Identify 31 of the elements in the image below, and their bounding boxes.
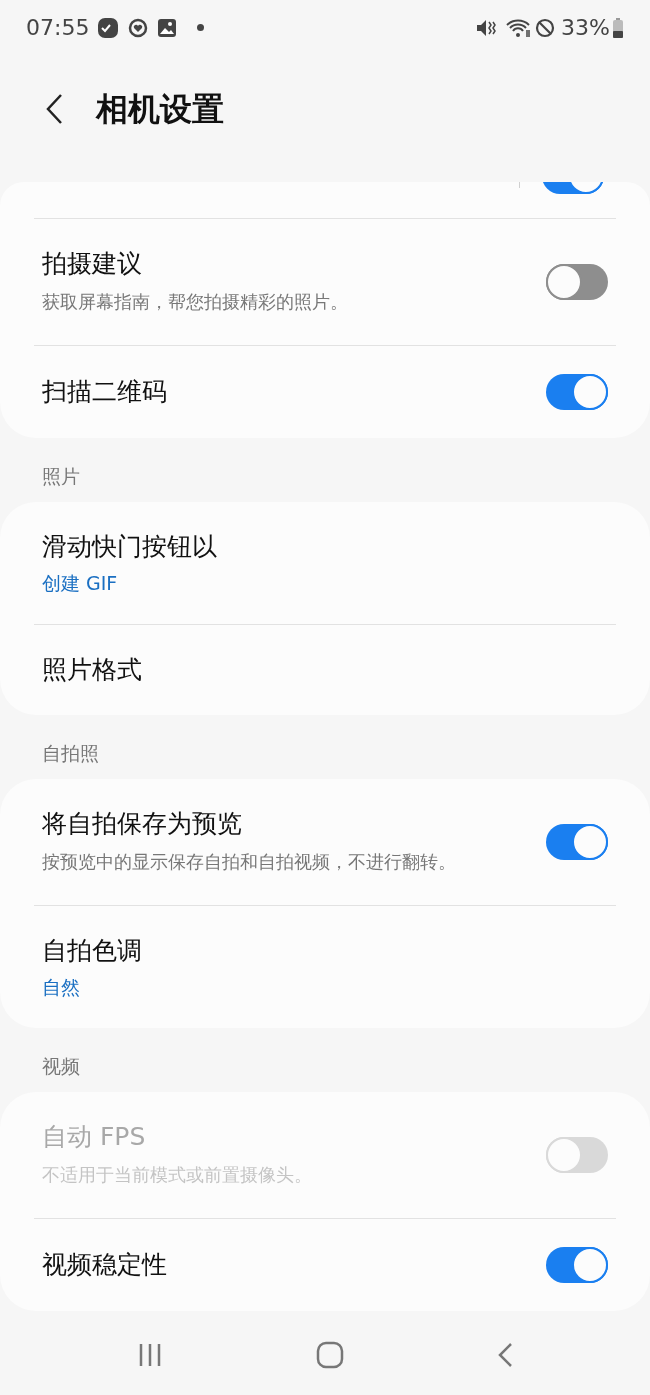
setting-value: 创建 GIF: [42, 571, 119, 596]
setting-title: 自拍色调: [42, 935, 143, 967]
back-nav-icon[interactable]: [497, 1342, 514, 1368]
setting-description: 获取屏幕指南，帮您拍摄精彩的照片。: [42, 290, 349, 314]
toggle-switch[interactable]: [546, 264, 608, 300]
section-header: 自拍照: [42, 740, 99, 766]
setting-title: 将自拍保存为预览: [42, 808, 243, 840]
battery-percentage: 33%: [561, 14, 610, 42]
toggle-switch[interactable]: [546, 824, 608, 860]
blocked-icon: [535, 17, 556, 38]
back-chevron-icon: [45, 92, 63, 125]
image-icon: [157, 17, 178, 38]
heart-ring-icon: [127, 16, 150, 39]
battery-icon: [612, 16, 624, 39]
setting-description: 不适用于当前模式或前置摄像头。: [42, 1163, 313, 1187]
toggle-switch[interactable]: [546, 1247, 608, 1283]
setting-title: 自动 FPS: [42, 1121, 147, 1153]
status-time: 07:55: [26, 14, 90, 42]
page-title: 相机设置: [96, 88, 224, 130]
checklist-icon: [97, 16, 120, 39]
section-header: 视频: [42, 1053, 80, 1079]
setting-title: 滑动快门按钮以: [42, 531, 218, 563]
setting-title: 扫描二维码: [42, 376, 168, 408]
setting-title: 照片格式: [42, 654, 143, 686]
toggle-switch[interactable]: [546, 374, 608, 410]
setting-title: 视频稳定性: [42, 1249, 168, 1281]
setting-title: 拍摄建议: [42, 248, 143, 280]
section-header: 照片: [42, 463, 80, 489]
setting-value: 自然: [42, 975, 81, 1000]
home-icon[interactable]: [316, 1341, 344, 1369]
setting-description: 按预览中的显示保存自拍和自拍视频，不进行翻转。: [42, 850, 457, 874]
